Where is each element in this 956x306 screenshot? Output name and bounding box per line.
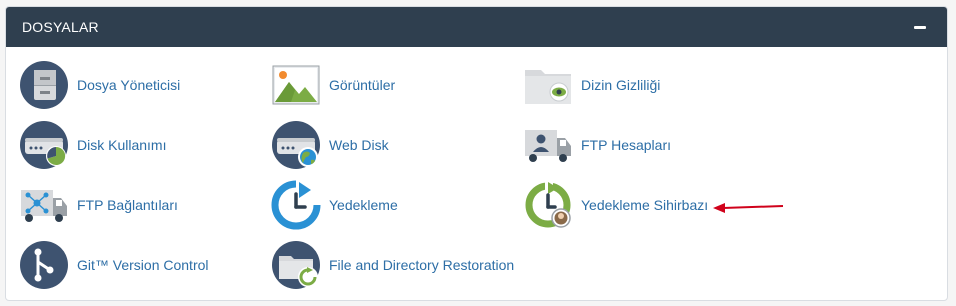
tool-backup[interactable]: Yedekleme <box>271 178 398 232</box>
tool-git-version-control[interactable]: Git™ Version Control <box>19 238 209 292</box>
collapse-button[interactable] <box>913 20 927 34</box>
web-disk-icon <box>272 121 320 169</box>
directory-privacy-icon <box>525 70 571 104</box>
tool-ftp-accounts[interactable]: FTP Hesapları <box>523 118 671 172</box>
tool-file-directory-restoration[interactable]: File and Directory Restoration <box>271 238 514 292</box>
annotation-arrow <box>713 203 784 213</box>
backup-icon <box>271 180 321 230</box>
tool-images[interactable]: Görüntüler <box>271 58 395 112</box>
tool-label: FTP Bağlantıları <box>77 197 178 213</box>
tool-web-disk[interactable]: Web Disk <box>271 118 389 172</box>
tool-file-manager[interactable]: Dosya Yöneticisi <box>19 58 180 112</box>
file-manager-icon <box>20 61 68 109</box>
tool-label: Görüntüler <box>329 77 396 93</box>
backup-wizard-icon <box>525 182 571 228</box>
files-panel: DOSYALAR Dosya Yöneticisi Görüntüler Diz… <box>5 6 948 301</box>
panel-title: DOSYALAR <box>22 19 99 35</box>
tool-label: Git™ Version Control <box>77 257 209 273</box>
tool-ftp-connections[interactable]: FTP Bağlantıları <box>19 178 178 232</box>
tool-label: File and Directory Restoration <box>329 257 515 273</box>
tool-label: Dosya Yöneticisi <box>77 77 181 93</box>
panel-header[interactable]: DOSYALAR <box>6 7 947 47</box>
ftp-accounts-icon <box>525 130 571 162</box>
tool-label: FTP Hesapları <box>581 137 671 153</box>
tool-label: Yedekleme <box>329 197 398 213</box>
tool-label: Web Disk <box>329 137 389 153</box>
disk-usage-icon <box>20 121 68 169</box>
ftp-connections-icon <box>21 190 67 222</box>
tool-label: Dizin Gizliliği <box>581 77 661 93</box>
tool-label: Yedekleme Sihirbazı <box>581 197 709 213</box>
minus-icon <box>914 25 926 29</box>
file-restoration-icon <box>272 241 320 289</box>
tool-directory-privacy[interactable]: Dizin Gizliliği <box>523 58 660 112</box>
git-icon <box>20 241 68 289</box>
tool-disk-usage[interactable]: Disk Kullanımı <box>19 118 166 172</box>
tool-backup-wizard[interactable]: Yedekleme Sihirbazı <box>523 178 708 232</box>
images-icon <box>272 65 320 105</box>
tool-label: Disk Kullanımı <box>77 137 167 153</box>
